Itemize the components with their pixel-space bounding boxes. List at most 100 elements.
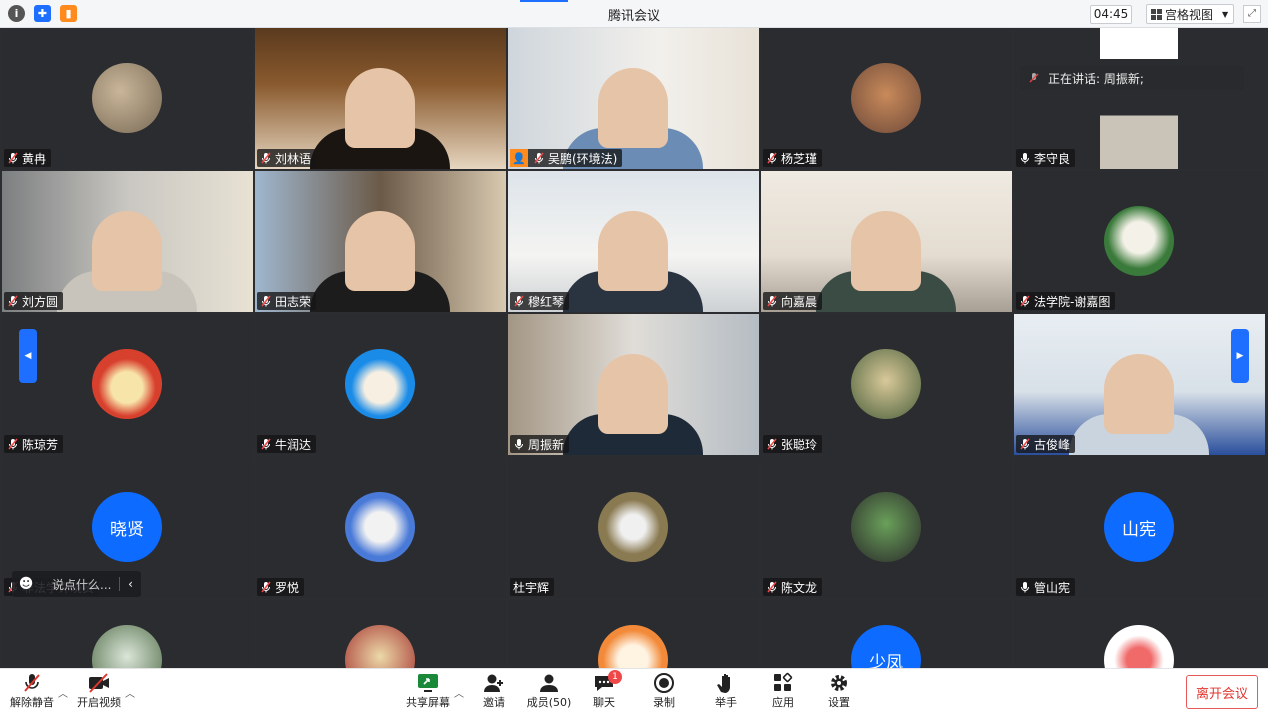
participant-name: 杜宇辉 xyxy=(513,580,550,595)
participant-name: 吴鹏(环境法) xyxy=(548,151,618,166)
participant-name-tag: 牛润达 xyxy=(257,435,317,453)
title-accent-bar xyxy=(520,0,568,2)
chat-input[interactable]: 说点什么... xyxy=(40,576,119,593)
invite-label: 邀请 xyxy=(483,696,505,709)
avatar xyxy=(851,63,921,133)
video-options-chevron-icon[interactable]: ︿ xyxy=(125,685,135,700)
gear-icon xyxy=(831,675,847,691)
title-bar: i ✚ ▮ 腾讯会议 04:45 宫格视图 ▼ ⤢ xyxy=(0,0,1268,28)
participant-tile[interactable]: 田志荣 xyxy=(255,171,506,312)
window-title: 腾讯会议 xyxy=(607,9,660,24)
invite-user-icon xyxy=(484,674,503,692)
record-button[interactable]: 录制 xyxy=(636,672,692,710)
participant-tile[interactable]: 刘方圆 xyxy=(2,171,253,312)
view-mode-label: 宫格视图 xyxy=(1165,7,1214,22)
participant-name: 杨芝瑾 xyxy=(781,151,818,166)
participant-tile[interactable]: 👤 吴鹏(环境法) xyxy=(508,28,759,169)
participant-name-tag: 👤 吴鹏(环境法) xyxy=(510,149,623,167)
participant-name: 罗悦 xyxy=(275,580,300,595)
members-button[interactable]: 成员(50) xyxy=(521,672,577,710)
speaking-text: 正在讲话: 周振新; xyxy=(1048,71,1144,86)
participant-tile[interactable]: 法学院-谢嘉图 xyxy=(1014,171,1265,312)
participant-name-tag: 周振新 xyxy=(510,435,570,453)
participant-name-tag: 田志荣 xyxy=(257,292,317,310)
raise-hand-button[interactable]: 举手 xyxy=(698,672,754,710)
participant-tile[interactable]: 周振新 xyxy=(508,314,759,455)
start-video-button[interactable]: 开启视频 xyxy=(71,672,127,710)
prev-page-arrow[interactable]: ◀ xyxy=(19,329,37,383)
view-mode-button[interactable]: 宫格视图 ▼ xyxy=(1146,4,1234,24)
participant-video xyxy=(92,211,162,291)
participant-tile[interactable]: 刘林语 xyxy=(255,28,506,169)
participant-name-tag: 杜宇辉 xyxy=(510,578,555,596)
participant-tile[interactable]: 穆红琴 xyxy=(508,171,759,312)
leave-meeting-button[interactable]: 离开会议 xyxy=(1186,675,1258,709)
participant-tile[interactable]: 山宪 管山宪 xyxy=(1014,457,1265,598)
participant-name-tag: 罗悦 xyxy=(257,578,305,596)
participant-name: 陈文龙 xyxy=(781,580,818,595)
muted-mic-icon xyxy=(24,674,40,692)
apps-grid-icon xyxy=(774,672,793,691)
settings-button[interactable]: 设置 xyxy=(811,672,867,710)
participant-name-tag: 古俊峰 xyxy=(1016,435,1076,453)
audio-options-chevron-icon[interactable]: ︿ xyxy=(58,685,68,700)
avatar xyxy=(345,349,415,419)
participant-name: 穆红琴 xyxy=(528,294,565,309)
fullscreen-icon[interactable]: ⤢ xyxy=(1243,5,1261,23)
apps-button[interactable]: 应用 xyxy=(755,672,811,710)
bottom-toolbar: 解除静音 ︿ 开启视频 ︿ 共享屏幕 ︿ 邀请 成员(50) 1 聊天 录制 举… xyxy=(0,668,1268,713)
participant-name-tag: 黄冉 xyxy=(4,149,52,167)
participant-tile[interactable]: 杨芝瑾 xyxy=(761,28,1012,169)
participant-name: 李守良 xyxy=(1034,151,1071,166)
participant-name-tag: 管山宪 xyxy=(1016,578,1076,596)
grid-view-icon xyxy=(1151,8,1162,20)
participant-tile[interactable]: 古俊峰 xyxy=(1014,314,1265,455)
meeting-timer: 04:45 xyxy=(1090,5,1132,24)
participant-video xyxy=(598,68,668,148)
participant-video xyxy=(345,68,415,148)
participant-tile[interactable]: 罗悦 xyxy=(255,457,506,598)
chat-unread-badge: 1 xyxy=(608,670,622,684)
share-options-chevron-icon[interactable]: ︿ xyxy=(454,685,464,700)
participant-tile[interactable]: 李守良 xyxy=(1014,28,1265,169)
invite-button[interactable]: 邀请 xyxy=(466,672,522,710)
participant-video xyxy=(598,354,668,434)
record-label: 录制 xyxy=(653,696,675,709)
unmute-button[interactable]: 解除静音 xyxy=(4,672,60,710)
muted-mic-icon xyxy=(514,295,524,307)
participant-name-tag: 穆红琴 xyxy=(510,292,570,310)
emoji-icon[interactable]: ☻ xyxy=(12,576,40,592)
muted-mic-icon xyxy=(8,152,18,164)
participant-tile[interactable]: 杜宇辉 xyxy=(508,457,759,598)
start-video-label: 开启视频 xyxy=(77,696,121,709)
participant-name: 牛润达 xyxy=(275,437,312,452)
apps-label: 应用 xyxy=(772,696,794,709)
participant-tile[interactable]: 陈琼芳 xyxy=(2,314,253,455)
next-page-arrow[interactable]: ▶ xyxy=(1231,329,1249,383)
avatar xyxy=(851,349,921,419)
avatar: 晓贤 xyxy=(92,492,162,562)
participant-name: 古俊峰 xyxy=(1034,437,1071,452)
participant-name-tag: 刘方圆 xyxy=(4,292,64,310)
participant-name-tag: 张聪玲 xyxy=(763,435,823,453)
raise-hand-icon xyxy=(717,674,730,693)
quick-chat-bar[interactable]: ☻ 说点什么... ‹ xyxy=(12,571,141,597)
participant-tile[interactable]: 张聪玲 xyxy=(761,314,1012,455)
participant-tile[interactable]: 黄冉 xyxy=(2,28,253,169)
chat-button[interactable]: 1 聊天 xyxy=(576,670,632,710)
participant-tile[interactable]: 牛润达 xyxy=(255,314,506,455)
mic-icon xyxy=(1021,153,1029,164)
muted-mic-icon xyxy=(534,152,544,164)
participant-name: 陈琼芳 xyxy=(22,437,59,452)
video-grid: 黄冉 刘林语 👤 吴鹏(环境法) 杨芝瑾 李守良刘方圆 田志荣 穆红琴 向嘉晨 法学院-谢嘉图陈琼… xyxy=(0,28,1268,696)
share-screen-button[interactable]: 共享屏幕 xyxy=(400,672,456,710)
participant-name-tag: 李守良 xyxy=(1016,149,1076,167)
members-icon xyxy=(540,674,558,692)
participant-tile[interactable]: 陈文龙 xyxy=(761,457,1012,598)
unmute-label: 解除静音 xyxy=(10,696,54,709)
participant-name-tag: 刘林语 xyxy=(257,149,317,167)
collapse-chat-icon[interactable]: ‹ xyxy=(119,577,141,591)
participant-tile[interactable]: 向嘉晨 xyxy=(761,171,1012,312)
participant-name: 管山宪 xyxy=(1034,580,1071,595)
participant-name: 法学院-谢嘉图 xyxy=(1034,294,1111,309)
